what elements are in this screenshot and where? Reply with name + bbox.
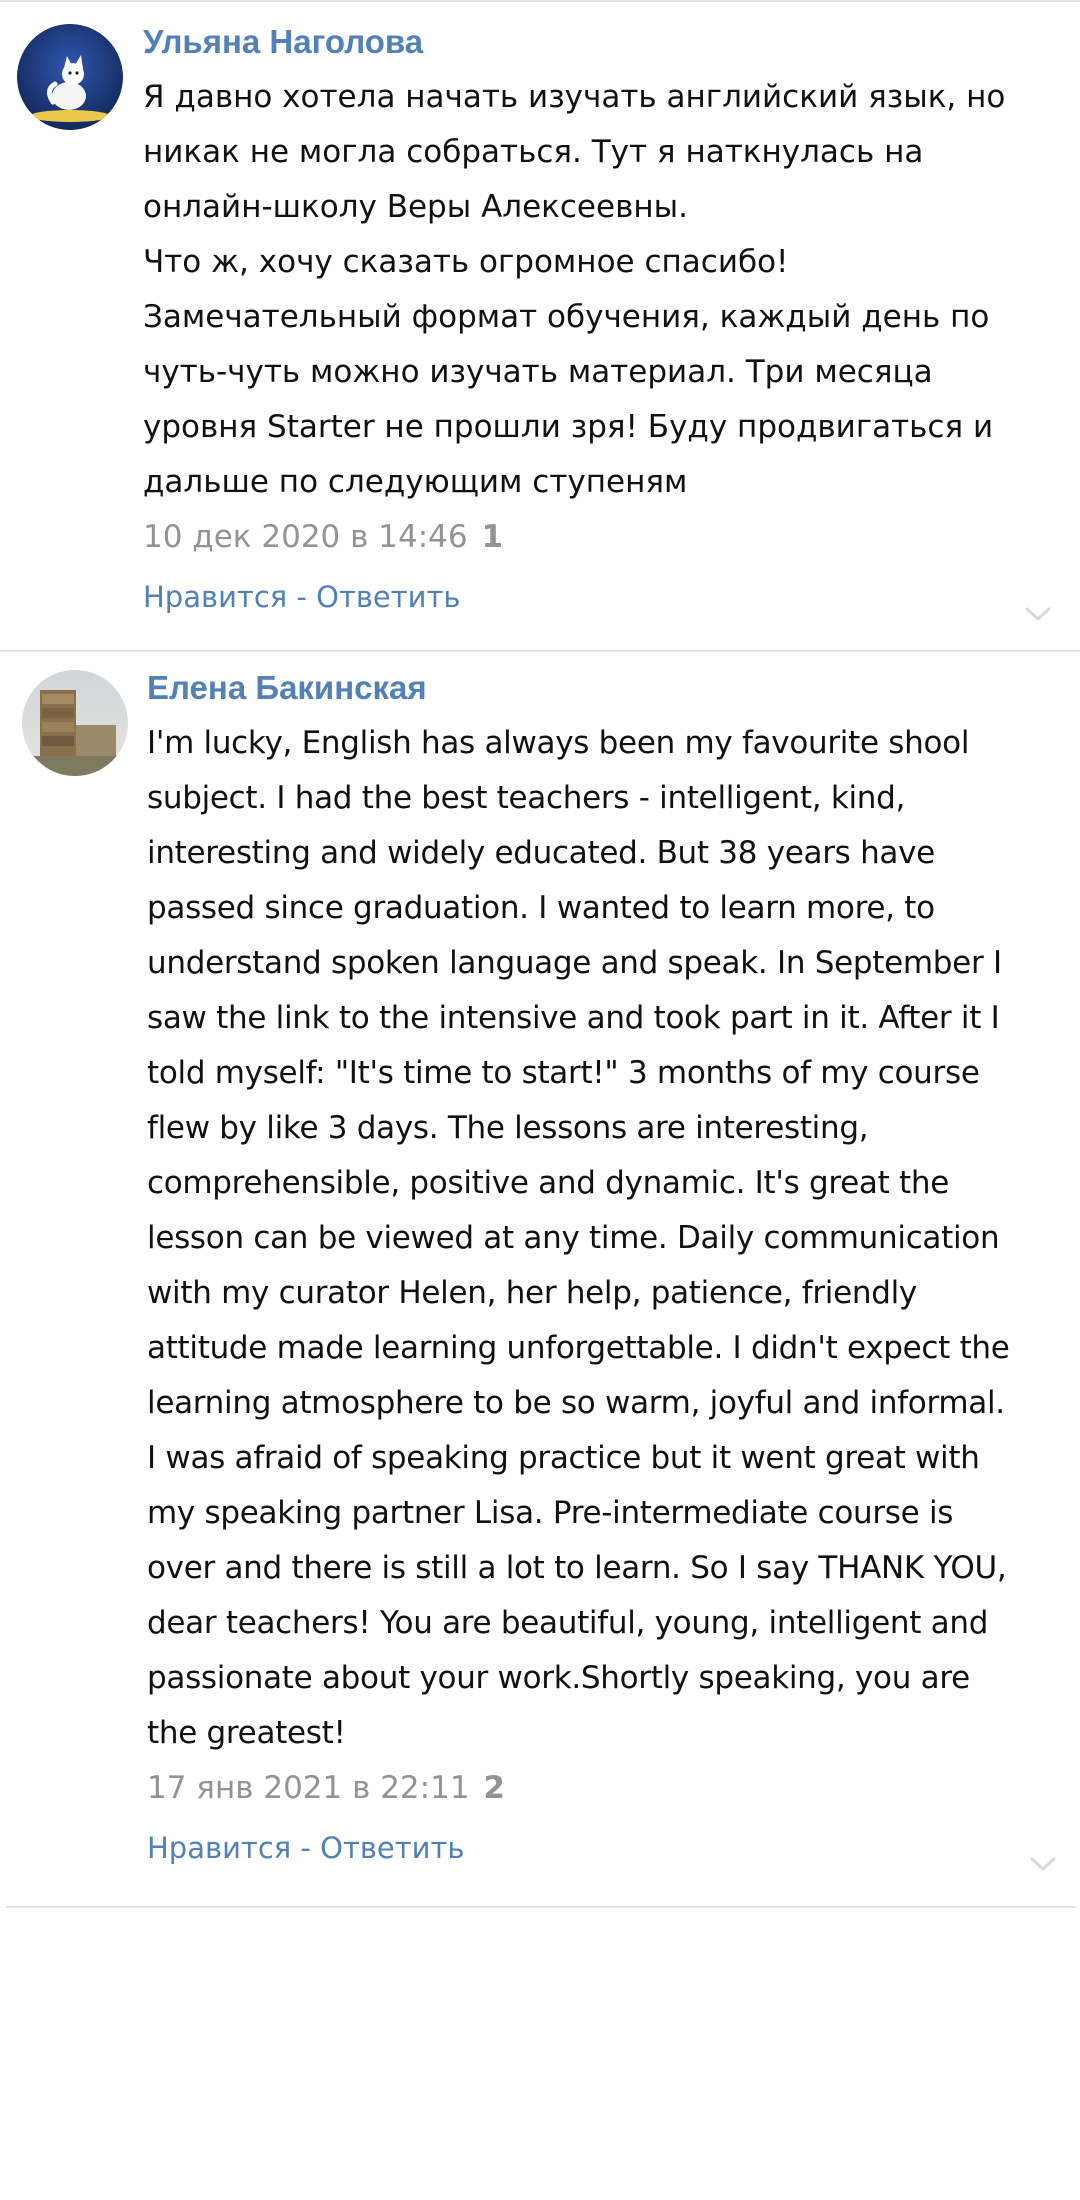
comment-text: I'm lucky, English has always been my fa… bbox=[147, 725, 1010, 1751]
avatar[interactable] bbox=[22, 670, 128, 776]
stone-wall-avatar-icon bbox=[22, 670, 128, 776]
like-button[interactable]: Нравится bbox=[147, 1831, 291, 1865]
top-divider bbox=[0, 0, 1080, 2]
like-count: 1 bbox=[481, 519, 504, 555]
white-cat-avatar-icon bbox=[17, 24, 123, 130]
comment-item: Ульяна Наголова Я давно хотела начать из… bbox=[0, 6, 1080, 650]
comment-actions: Нравится - Ответить bbox=[143, 575, 1060, 619]
comment-body: Ульяна Наголова Я давно хотела начать из… bbox=[143, 20, 1060, 619]
chevron-down-icon[interactable] bbox=[1023, 604, 1053, 624]
comment-item: Елена Бакинская I'm lucky, English has a… bbox=[0, 652, 1080, 1906]
comment-author[interactable]: Ульяна Наголова bbox=[143, 20, 1060, 64]
action-separator: - bbox=[291, 1831, 321, 1865]
comment-divider bbox=[6, 1906, 1076, 1908]
comment-text: Я давно хотела начать изучать английский… bbox=[143, 79, 1006, 500]
comment-date[interactable]: 10 дек 2020 в 14:46 bbox=[143, 519, 468, 555]
reply-button[interactable]: Ответить bbox=[316, 580, 460, 614]
comment-author[interactable]: Елена Бакинская bbox=[147, 666, 1060, 710]
like-count: 2 bbox=[483, 1770, 505, 1806]
comment-body: Елена Бакинская I'm lucky, English has a… bbox=[147, 666, 1060, 1870]
like-button[interactable]: Нравится bbox=[143, 580, 287, 614]
comment-meta: 10 дек 2020 в 14:46 1 bbox=[143, 510, 1060, 565]
comment-actions: Нравится - Ответить bbox=[147, 1826, 1060, 1870]
chevron-down-icon[interactable] bbox=[1028, 1854, 1058, 1874]
reply-button[interactable]: Ответить bbox=[320, 1831, 464, 1865]
comment-meta: 17 янв 2021 в 22:11 2 bbox=[147, 1761, 1060, 1816]
avatar[interactable] bbox=[17, 24, 123, 130]
comment-date[interactable]: 17 янв 2021 в 22:11 bbox=[147, 1770, 470, 1806]
action-separator: - bbox=[287, 580, 317, 614]
